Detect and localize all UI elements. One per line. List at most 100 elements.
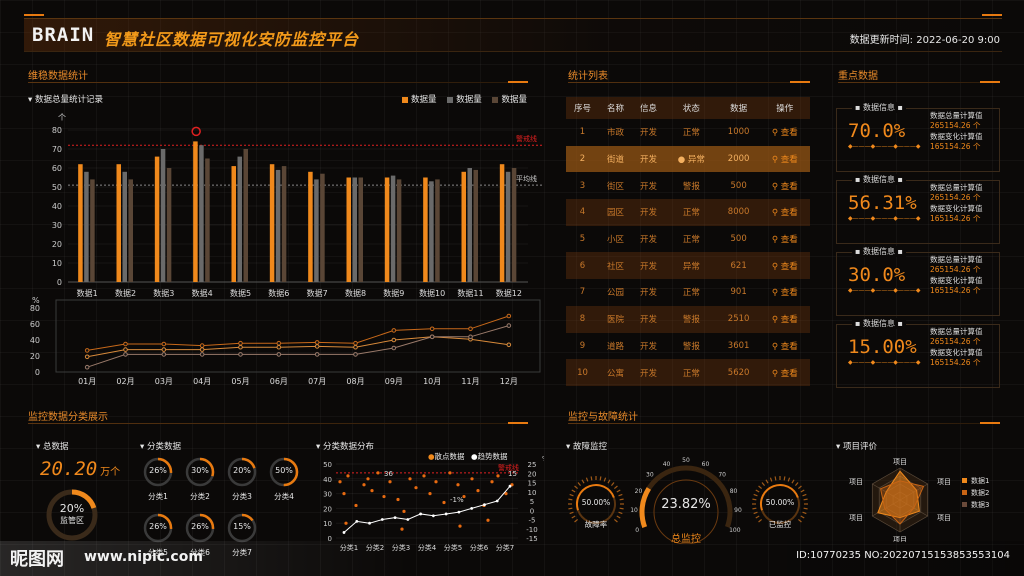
gauge-tick (577, 482, 582, 487)
avg-line-label: 平均线 (516, 174, 537, 183)
gauge-tick (618, 493, 623, 497)
radar-axis-label: 项目 (849, 478, 863, 486)
view-link[interactable]: 查看 (781, 128, 798, 138)
scatter-point (370, 489, 374, 493)
bar-2-数据9 (390, 175, 396, 282)
kpi-number-2: 165154.26 个 (930, 358, 981, 367)
scatter-point (362, 483, 366, 487)
table-cell: 2510 (727, 314, 750, 325)
legend-swatch-1 (402, 96, 409, 103)
line-point-2 (84, 354, 90, 360)
legend-swatch-3 (492, 96, 499, 103)
table-cell: 正常 (682, 128, 700, 139)
table-cell[interactable]: ⚲ 查看 (760, 226, 810, 253)
gauge-tick (800, 489, 805, 493)
table-cell[interactable]: ⚲ 查看 (760, 359, 810, 386)
table-row[interactable]: 4 园区 开发 正常 8000 ⚲ 查看 (566, 199, 810, 226)
table-cell: 医院 (606, 315, 624, 326)
view-link[interactable]: 查看 (781, 369, 798, 379)
line-point-1 (199, 343, 205, 348)
table-cell: 开发 (639, 315, 657, 326)
gauge-tick (571, 489, 576, 493)
gauge-scale-label: 0 (635, 527, 639, 534)
table-cell[interactable]: ⚲ 查看 (760, 199, 810, 226)
y-tick-label: 80 (52, 126, 62, 135)
total-value-unit: 万个 (100, 467, 121, 478)
line-point-2 (506, 342, 512, 348)
bar-2-数据11 (467, 168, 472, 282)
table-row[interactable]: 9 道路 开发 警报 3601 ⚲ 查看 (566, 333, 810, 360)
gauge-tick (783, 476, 786, 481)
trend-point (431, 514, 435, 518)
table-row[interactable]: 7 公园 开发 正常 901 ⚲ 查看 (566, 279, 810, 306)
kpi-tag-text: 数据信息 (862, 247, 895, 256)
table-cell[interactable]: ⚲ 查看 (760, 146, 810, 173)
stat-table-header-cell: 数据 (730, 104, 748, 114)
gauge-tick (574, 485, 579, 490)
table-row[interactable]: 2 街道 开发 ● 异常 2000 ⚲ 查看 (566, 145, 810, 173)
fault-sub-label: ▾ 故障监控 (566, 440, 607, 452)
table-cell: 警报 (682, 341, 700, 352)
bar-1-数据1 (78, 164, 83, 282)
view-link[interactable]: 查看 (781, 315, 798, 325)
search-icon: ⚲ (771, 181, 781, 192)
view-link[interactable]: 查看 (781, 288, 798, 298)
dist-y-right-tick: -10 (526, 526, 537, 534)
line-point-3 (123, 352, 128, 357)
table-cell: 市政 (606, 128, 624, 139)
gauge-tick (603, 477, 607, 482)
scatter-point (344, 521, 348, 525)
table-cell[interactable]: ⚲ 查看 (760, 172, 810, 199)
status-dot-icon: ● (677, 155, 688, 166)
table-row[interactable]: 6 社区 开发 异常 621 ⚲ 查看 (566, 252, 810, 280)
table-row[interactable]: 3 街区 开发 警报 500 ⚲ 查看 (566, 172, 810, 199)
table-row[interactable]: 10 公寓 开发 正常 5620 ⚲ 查看 (566, 359, 810, 386)
table-cell[interactable]: ⚲ 查看 (760, 333, 810, 360)
table-row[interactable]: 8 医院 开发 警报 2510 ⚲ 查看 (566, 305, 810, 333)
bar-chart: 个01020304050607080警戒线平均线数据1 数据2 数据3 数据4 数据5 数… (52, 113, 544, 298)
gauge-scale-label: 60 (702, 461, 710, 468)
gauge-tick (774, 476, 777, 481)
table-cell[interactable]: ⚲ 查看 (760, 119, 810, 146)
line-point-3 (314, 352, 320, 357)
bar-1-数据5 (231, 166, 236, 282)
table-cell: 正常 (682, 208, 700, 219)
line-x-tick: 01月 (78, 377, 96, 386)
table-row[interactable]: 5 小区 开发 正常 500 ⚲ 查看 (566, 226, 810, 253)
table-row[interactable]: 1 市政 开发 正常 1000 ⚲ 查看 (566, 119, 810, 146)
view-link[interactable]: 查看 (781, 235, 798, 245)
line-point-3 (199, 352, 205, 357)
table-cell: 开发 (639, 368, 657, 379)
table-cell[interactable]: ⚲ 查看 (760, 306, 810, 333)
line-point-3 (429, 334, 435, 340)
table-cell[interactable]: ⚲ 查看 (760, 252, 810, 279)
kpi-tag: ▪ 数据信息 ▪ (852, 174, 906, 185)
monitor-corner (508, 422, 528, 424)
view-link[interactable]: 查看 (781, 262, 798, 272)
legend-label-2: 数据量 (456, 95, 482, 105)
table-cell[interactable]: ⚲ 查看 (760, 279, 810, 306)
radar-axis-label: 项目 (937, 478, 951, 486)
dist-y-left-tick: 10 (323, 520, 332, 528)
line-y-tick: 20 (30, 352, 40, 361)
key-data-corner (980, 81, 1000, 83)
total-data-value: 20.20 万个 (40, 458, 120, 480)
gauge-tick (765, 479, 769, 484)
view-link[interactable]: 查看 (781, 155, 798, 165)
table-cell: 街道 (606, 155, 624, 166)
view-link[interactable]: 查看 (781, 208, 798, 218)
view-link[interactable]: 查看 (781, 182, 798, 192)
stat-list-corner (790, 81, 810, 83)
header-corner-right (982, 14, 1002, 16)
trend-point (508, 484, 512, 488)
kpi-label-1: 数据总量计算值 (930, 111, 983, 120)
table-cell: 街区 (606, 181, 624, 192)
update-value: 2022-06-20 9:00 (916, 35, 1000, 46)
bar-3-数据11 (473, 169, 478, 282)
line-y-tick: 40 (30, 336, 40, 345)
view-link[interactable]: 查看 (781, 342, 798, 352)
kpi-value: 70.0% (848, 120, 906, 142)
search-icon: ⚲ (771, 341, 781, 352)
table-cell: 621 (730, 260, 747, 271)
gauge-scale-label: 90 (734, 507, 742, 514)
